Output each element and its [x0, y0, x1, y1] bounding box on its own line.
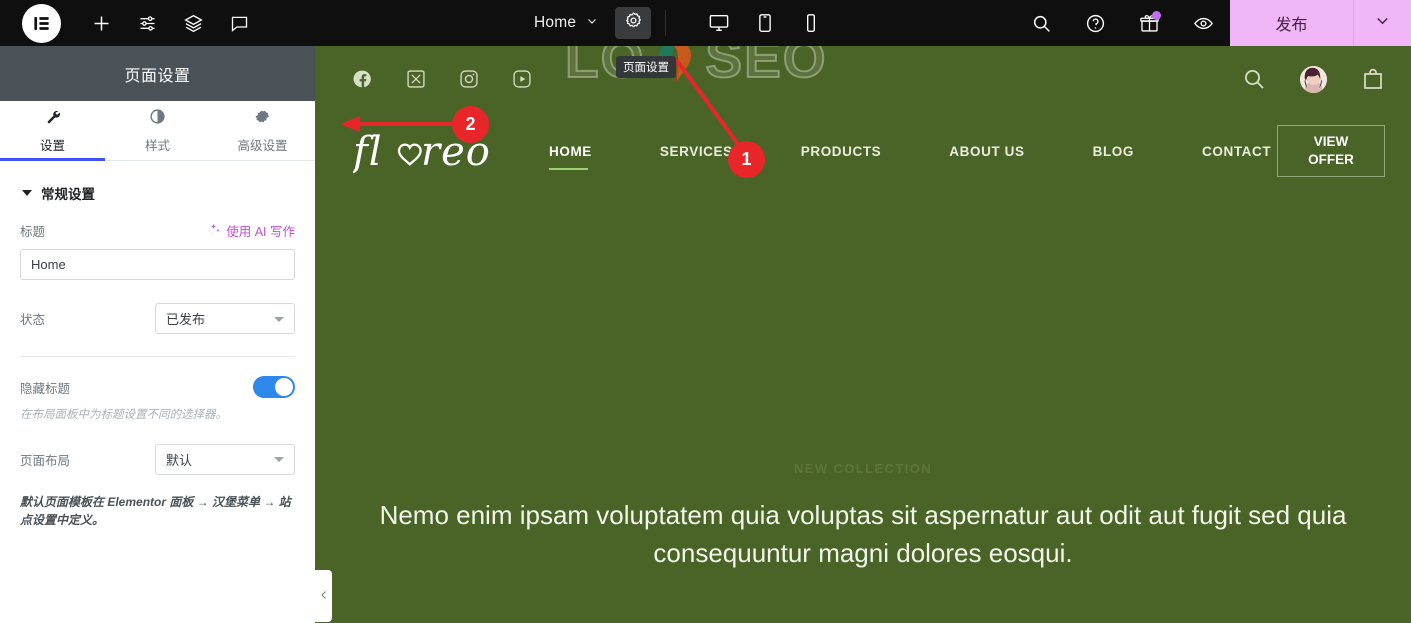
- annotation-badge-2: 2: [452, 106, 489, 143]
- nav-link-about-us[interactable]: ABOUT US: [949, 138, 1024, 165]
- tab-settings[interactable]: 设置: [0, 101, 105, 161]
- hero-eyebrow: NEW COLLECTION: [793, 461, 933, 476]
- instagram-icon[interactable]: [459, 69, 479, 89]
- hide-title-hint: 在布局面板中为标题设置不同的选择器。: [20, 409, 227, 421]
- status-label: 状态: [20, 313, 46, 327]
- toolbar-left-group: [0, 0, 262, 46]
- view-offer-line2: OFFER: [1308, 152, 1354, 167]
- youtube-icon[interactable]: [512, 69, 532, 89]
- publish-options-caret[interactable]: [1353, 0, 1411, 46]
- wrench-icon: [44, 108, 61, 128]
- nav-link-blog[interactable]: BLOG: [1093, 138, 1134, 165]
- gift-icon[interactable]: [1122, 0, 1176, 46]
- annotation-badge-1: 1: [728, 141, 765, 178]
- view-offer-line1: VIEW: [1313, 133, 1349, 149]
- chevron-down-icon: [274, 457, 284, 463]
- general-settings-section-header[interactable]: 常规设置: [20, 161, 295, 221]
- navigator-layers-icon[interactable]: [170, 0, 216, 46]
- page-settings-panel: 页面设置 设置 样式 高级设置 常规设置 标题 使用 AI 写作 Home 状态…: [0, 46, 315, 623]
- hide-title-field-row: 隐藏标题: [20, 376, 295, 398]
- sparkle-icon: [209, 223, 221, 238]
- hero-text: Nemo enim ipsam voluptatem quia voluptas…: [379, 500, 1347, 568]
- chevron-down-icon: [1373, 11, 1392, 35]
- x-twitter-icon[interactable]: [406, 69, 426, 89]
- default-template-hint: 默认页面模板在 Elementor 面板 → 汉堡菜单 → 站点设置中定义。: [20, 494, 291, 527]
- device-preview-group: [706, 10, 824, 36]
- help-icon[interactable]: [1068, 0, 1122, 46]
- facebook-icon[interactable]: [353, 69, 373, 89]
- mobile-icon[interactable]: [798, 10, 824, 36]
- contrast-icon: [149, 108, 166, 128]
- tab-advanced-label: 高级设置: [237, 138, 288, 153]
- toolbar-divider: [665, 10, 667, 36]
- status-field-row: 状态 已发布: [20, 303, 295, 334]
- panel-tabs: 设置 样式 高级设置: [0, 101, 315, 161]
- hero-section: NEW COLLECTION Nemo enim ipsam voluptate…: [315, 461, 1411, 572]
- tablet-icon[interactable]: [752, 10, 778, 36]
- cart-bag-icon[interactable]: [1361, 67, 1385, 91]
- nav-link-contact[interactable]: CONTACT: [1202, 138, 1271, 165]
- panel-body: 常规设置 标题 使用 AI 写作 状态 已发布: [0, 161, 315, 529]
- tab-style[interactable]: 样式: [105, 101, 210, 160]
- page-layout-select[interactable]: 默认: [155, 443, 295, 475]
- panel-divider: [20, 356, 295, 357]
- elementor-toolbar: Home 发布: [0, 0, 1411, 46]
- site-topbar-actions: [1242, 65, 1385, 93]
- hide-title-toggle[interactable]: [253, 376, 295, 398]
- toolbar-right-group: 发布: [1014, 0, 1411, 46]
- comments-icon[interactable]: [216, 0, 262, 46]
- settings-sliders-icon[interactable]: [124, 0, 170, 46]
- toolbar-center-group: Home: [520, 0, 824, 46]
- tab-advanced[interactable]: 高级设置: [210, 101, 315, 160]
- page-settings-button[interactable]: [615, 7, 652, 39]
- nav-link-home[interactable]: HOME: [549, 138, 592, 170]
- svg-text:fl: fl: [353, 129, 383, 175]
- avatar[interactable]: [1300, 65, 1327, 93]
- page-settings-tooltip: 页面设置: [616, 56, 676, 78]
- publish-button[interactable]: 发布: [1230, 0, 1353, 46]
- write-with-ai-link[interactable]: 使用 AI 写作: [209, 221, 295, 240]
- view-offer-button[interactable]: VIEW OFFER: [1277, 125, 1385, 177]
- page-layout-value: 默认: [166, 452, 193, 468]
- panel-collapse-button[interactable]: [315, 570, 332, 622]
- page-layout-field-row: 页面布局 默认: [20, 443, 295, 475]
- document-name-label: Home: [534, 14, 577, 31]
- toggle-knob: [275, 378, 293, 396]
- document-name-dropdown[interactable]: Home: [520, 14, 607, 33]
- add-element-icon[interactable]: [78, 0, 124, 46]
- write-with-ai-label: 使用 AI 写作: [226, 225, 295, 239]
- gift-notification-badge: [1152, 11, 1161, 20]
- gear-icon: [254, 108, 271, 128]
- chevron-down-icon: [274, 316, 284, 322]
- status-value: 已发布: [166, 312, 206, 327]
- panel-title: 页面设置: [0, 46, 315, 101]
- app-root: fl reo HOME SERVICES PRODUCTS ABOUT US B…: [0, 0, 1411, 623]
- social-links: [353, 69, 532, 89]
- desktop-icon[interactable]: [706, 10, 732, 36]
- nav-link-services[interactable]: SERVICES: [660, 138, 733, 165]
- preview-eye-icon[interactable]: [1176, 0, 1230, 46]
- title-field-row: 标题 使用 AI 写作: [20, 221, 295, 240]
- tab-settings-label: 设置: [39, 138, 65, 153]
- tab-style-label: 样式: [144, 138, 170, 153]
- title-label: 标题: [20, 225, 46, 239]
- chevron-down-icon: [585, 14, 599, 33]
- chevron-left-icon: [318, 589, 330, 604]
- page-layout-label: 页面布局: [20, 453, 71, 468]
- caret-down-icon: [22, 190, 32, 196]
- hide-title-label: 隐藏标题: [20, 381, 71, 396]
- nav-links: HOME SERVICES PRODUCTS ABOUT US BLOG CON…: [549, 138, 1271, 170]
- site-topbar: [315, 46, 1411, 112]
- title-input[interactable]: [20, 249, 295, 280]
- search-icon[interactable]: [1242, 67, 1266, 91]
- general-settings-label: 常规设置: [41, 187, 95, 202]
- elementor-logo-button[interactable]: [22, 3, 61, 43]
- nav-link-products[interactable]: PRODUCTS: [801, 138, 882, 165]
- search-icon[interactable]: [1014, 0, 1068, 46]
- gear-icon: [624, 11, 643, 35]
- status-select[interactable]: 已发布: [155, 303, 295, 334]
